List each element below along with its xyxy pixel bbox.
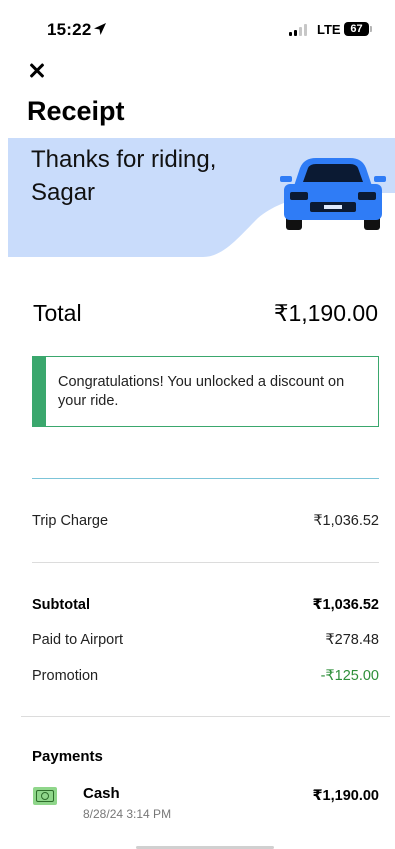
network-type: LTE — [317, 22, 341, 37]
trip-charge-value: ₹1,036.52 — [313, 513, 379, 529]
cash-icon — [33, 787, 57, 805]
battery-icon: 67 — [344, 22, 369, 36]
status-bar: 15:22 LTE 67 — [0, 0, 395, 58]
battery-level: 67 — [350, 23, 363, 35]
payment-date: 8/28/24 3:14 PM — [83, 807, 172, 821]
payments-heading: Payments — [32, 748, 103, 765]
promotion-value: -₹125.00 — [320, 668, 379, 684]
payment-method-label: Cash — [83, 785, 120, 802]
notice-accent-bar — [33, 357, 46, 426]
trip-charge-label: Trip Charge — [32, 513, 109, 529]
banner-message: Thanks for riding, Sagar — [31, 146, 217, 206]
section-divider — [32, 478, 379, 479]
promotion-label: Promotion — [32, 668, 99, 684]
divider — [21, 716, 390, 717]
subtotal-label: Subtotal — [32, 597, 90, 613]
notice-text: Congratulations! You unlocked a discount… — [58, 374, 345, 409]
divider — [32, 562, 379, 563]
total-label: Total — [33, 300, 82, 326]
total-amount: ₹1,190.00 — [273, 300, 378, 326]
page-title: Receipt — [27, 96, 125, 126]
battery-cap — [370, 26, 372, 32]
status-time: 15:22 — [47, 20, 92, 39]
close-button[interactable] — [26, 59, 50, 83]
paid-to-airport-label: Paid to Airport — [32, 632, 124, 648]
subtotal-value: ₹1,036.52 — [312, 597, 379, 613]
cellular-signal-icon — [289, 24, 311, 36]
car-icon — [280, 158, 386, 230]
paid-to-airport-value: ₹278.48 — [325, 632, 379, 648]
location-arrow-icon — [94, 23, 106, 35]
payment-amount: ₹1,190.00 — [312, 788, 379, 804]
discount-notice: Congratulations! You unlocked a discount… — [32, 356, 379, 427]
